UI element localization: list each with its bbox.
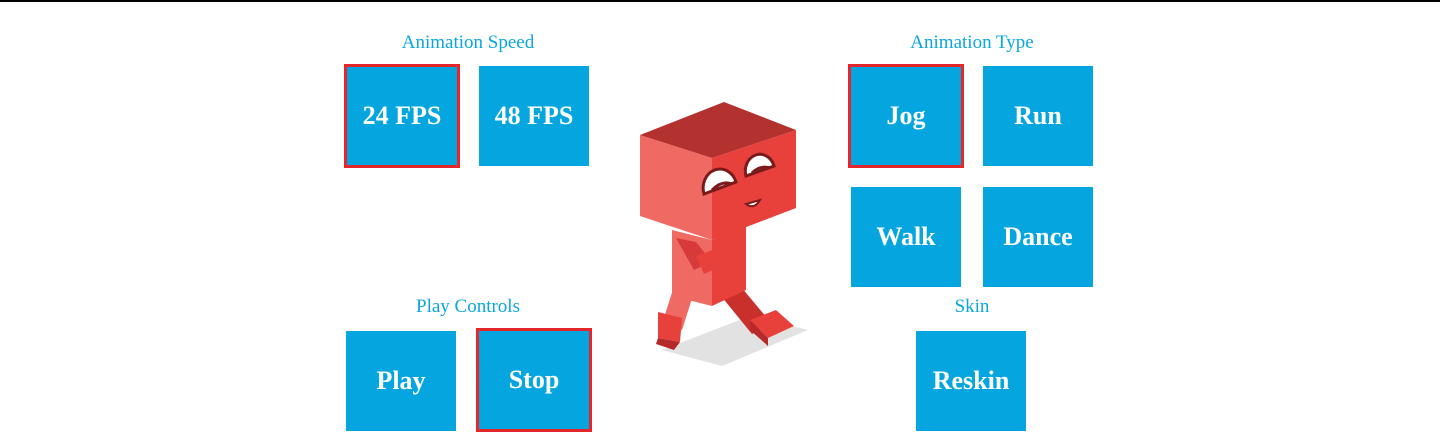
- walk-button[interactable]: Walk: [851, 187, 961, 287]
- fps-24-button[interactable]: 24 FPS: [344, 64, 460, 168]
- animation-speed-label: Animation Speed: [401, 32, 535, 53]
- run-button[interactable]: Run: [983, 66, 1093, 166]
- skin-label: Skin: [954, 296, 990, 317]
- jog-button[interactable]: Jog: [848, 64, 964, 168]
- reskin-button[interactable]: Reskin: [916, 331, 1026, 431]
- dance-button[interactable]: Dance: [983, 187, 1093, 287]
- robot-character: [640, 102, 808, 366]
- play-controls-label: Play Controls: [416, 296, 520, 317]
- top-border: [0, 0, 1440, 2]
- stop-button[interactable]: Stop: [476, 328, 592, 432]
- play-button[interactable]: Play: [346, 331, 456, 431]
- fps-48-button[interactable]: 48 FPS: [479, 66, 589, 166]
- animation-type-label: Animation Type: [910, 32, 1034, 53]
